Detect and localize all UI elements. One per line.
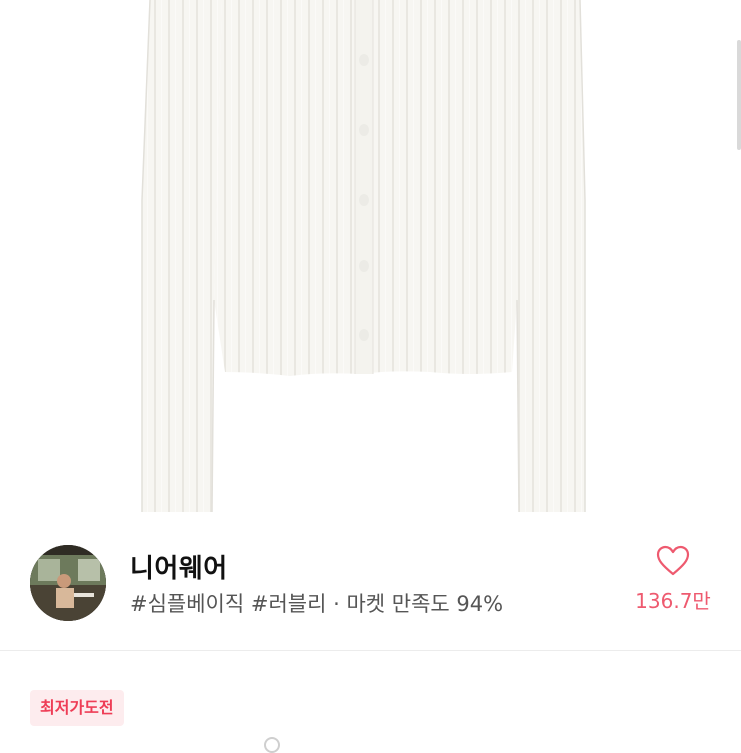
partial-icon <box>264 737 280 753</box>
right-sleeve <box>515 0 585 512</box>
shop-tags: #심플베이직 #러블리 · 마켓 만족도 94% <box>130 592 504 616</box>
shop-info-row[interactable]: 니어웨어 #심플베이직 #러블리 · 마켓 만족도 94% 136.7만 <box>0 515 741 650</box>
product-image[interactable] <box>0 0 741 515</box>
wish-button[interactable]: 136.7만 <box>628 545 718 614</box>
lowest-price-badge: 최저가도전 <box>30 690 124 726</box>
shop-name[interactable]: 니어웨어 <box>130 548 228 585</box>
shop-avatar-photo-icon <box>30 545 106 621</box>
shop-avatar[interactable] <box>30 545 106 621</box>
wish-count: 136.7만 <box>635 589 711 613</box>
scroll-indicator[interactable] <box>737 40 741 150</box>
cardigan-illustration <box>141 0 586 513</box>
section-divider <box>0 650 741 651</box>
heart-outline-icon[interactable] <box>656 545 690 577</box>
left-sleeve <box>142 0 222 512</box>
